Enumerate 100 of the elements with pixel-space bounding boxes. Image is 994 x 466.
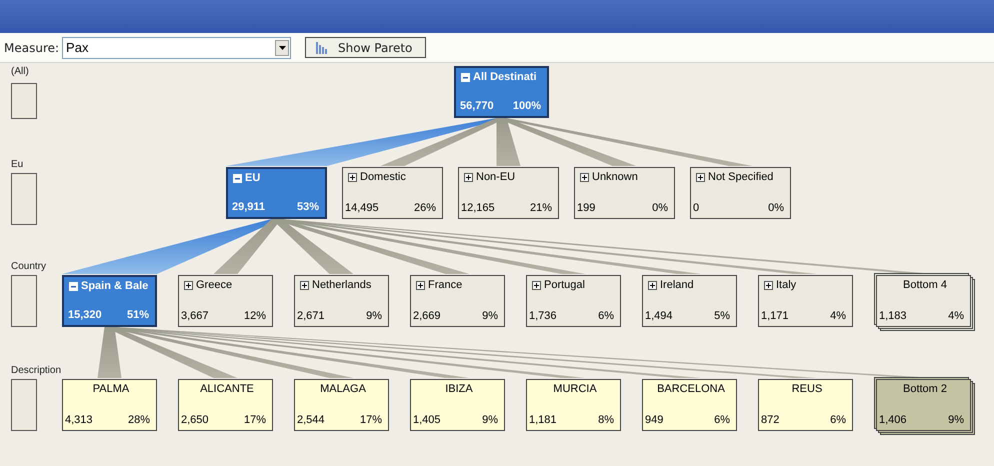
node-value: 2,669: [413, 310, 441, 322]
node-percent: 0%: [768, 202, 784, 214]
level-slot: [11, 379, 37, 431]
level-slot: [11, 83, 37, 119]
node-percent: 100%: [512, 100, 541, 112]
node-value: 15,320: [68, 309, 102, 321]
node-percent: 21%: [530, 202, 552, 214]
node-name: ALICANTE: [200, 383, 254, 395]
tree-node[interactable]: All Destinati 56,770 100%: [454, 66, 549, 118]
node-percent: 4%: [948, 310, 964, 322]
collapse-icon[interactable]: [461, 72, 470, 82]
node-name: Domestic: [360, 171, 406, 183]
node-percent: 9%: [948, 414, 964, 426]
node-value: 12,165: [461, 202, 495, 214]
node-value: 949: [645, 414, 664, 426]
node-name: Non-EU: [476, 171, 516, 183]
expand-icon[interactable]: [648, 280, 657, 290]
tree-node[interactable]: Italy 1,171 4%: [758, 275, 853, 327]
node-name: IBIZA: [445, 383, 473, 395]
node-name: MALAGA: [320, 383, 366, 395]
node-name: Portugal: [544, 279, 585, 291]
node-value: 3,667: [181, 310, 209, 322]
collapse-icon[interactable]: [69, 282, 78, 290]
tree-node[interactable]: Unknown 199 0%: [574, 167, 675, 219]
tree-node[interactable]: Portugal 1,736 6%: [526, 275, 621, 327]
tree-node[interactable]: Non-EU 12,165 21%: [458, 167, 559, 219]
node-value: 1,183: [879, 310, 907, 322]
expand-icon[interactable]: [532, 280, 541, 290]
level-label: (All): [11, 66, 29, 79]
node-name: Ireland: [660, 279, 694, 291]
expand-icon[interactable]: [416, 280, 425, 290]
node-value: 1,181: [529, 414, 557, 426]
node-percent: 4%: [830, 310, 846, 322]
node-percent: 6%: [598, 310, 614, 322]
node-name: Italy: [776, 279, 796, 291]
node-percent: 28%: [128, 414, 150, 426]
node-percent: 6%: [830, 414, 846, 426]
tree-node[interactable]: France 2,669 9%: [410, 275, 505, 327]
expand-icon[interactable]: [464, 172, 473, 182]
node-value: 2,671: [297, 310, 325, 322]
measure-dropdown[interactable]: Pax: [62, 36, 292, 58]
tree-node[interactable]: Greece 3,667 12%: [178, 275, 273, 327]
tree-node[interactable]: MALAGA 2,544 17%: [294, 379, 389, 431]
node-value: 29,911: [232, 201, 266, 213]
tree-node[interactable]: IBIZA 1,405 9%: [410, 379, 505, 431]
node-value: 1,406: [879, 414, 907, 426]
node-name: All Destinati: [473, 71, 537, 83]
tree-node[interactable]: Netherlands 2,671 9%: [294, 275, 389, 327]
node-value: 199: [577, 202, 596, 214]
level-slot: [11, 275, 37, 327]
node-percent: 9%: [482, 414, 498, 426]
node-value: 2,544: [297, 414, 325, 426]
expand-icon[interactable]: [184, 280, 193, 290]
node-value: 14,495: [345, 202, 379, 214]
node-name: Greece: [196, 279, 232, 291]
level-label: Eu: [11, 159, 24, 172]
node-value: 56,770: [460, 100, 494, 112]
expand-icon[interactable]: [696, 172, 705, 182]
node-name: REUS: [792, 383, 822, 395]
expand-icon[interactable]: [764, 280, 773, 290]
bar-chart-icon: [316, 42, 328, 54]
node-name: MURCIA: [553, 383, 597, 395]
tree-node[interactable]: BARCELONA 949 6%: [642, 379, 737, 431]
node-percent: 26%: [414, 202, 436, 214]
tree-node[interactable]: Domestic 14,495 26%: [342, 167, 443, 219]
node-percent: 12%: [244, 310, 266, 322]
tree-node[interactable]: PALMA 4,313 28%: [62, 379, 157, 431]
node-value: 1,736: [529, 310, 557, 322]
node-name: Unknown: [592, 171, 638, 183]
tree-node[interactable]: EU 29,911 53%: [226, 167, 327, 219]
tree-node[interactable]: Ireland 1,494 5%: [642, 275, 737, 327]
expand-icon[interactable]: [580, 172, 589, 182]
node-name: Bottom 4: [902, 279, 948, 291]
node-name: Bottom 2: [902, 383, 948, 395]
tree-node[interactable]: REUS 872 6%: [758, 379, 853, 431]
expand-icon[interactable]: [300, 280, 309, 290]
node-percent: 6%: [714, 414, 730, 426]
node-percent: 9%: [366, 310, 382, 322]
show-pareto-button[interactable]: Show Pareto: [305, 37, 426, 58]
node-value: 872: [761, 414, 780, 426]
node-value: 2,650: [181, 414, 209, 426]
node-name: Spain & Bale: [81, 280, 148, 292]
node-value: 0: [693, 202, 700, 214]
expand-icon[interactable]: [348, 172, 357, 182]
node-percent: 0%: [652, 202, 668, 214]
level-label: Country: [11, 261, 46, 274]
node-percent: 53%: [296, 201, 319, 213]
node-name: EU: [245, 172, 260, 184]
tree-node[interactable]: ALICANTE 2,650 17%: [178, 379, 273, 431]
tree-node[interactable]: Not Specified 0 0%: [690, 167, 791, 219]
collapse-icon[interactable]: [233, 174, 242, 182]
node-percent: 17%: [360, 414, 382, 426]
level-slot: [11, 173, 37, 225]
tree-node[interactable]: MURCIA 1,181 8%: [526, 379, 621, 431]
level-label: Description: [11, 365, 62, 378]
tree-node[interactable]: Spain & Bale 15,320 51%: [62, 275, 157, 327]
node-percent: 9%: [482, 310, 498, 322]
node-value: 1,171: [761, 310, 789, 322]
node-name: Not Specified: [708, 171, 774, 183]
node-percent: 51%: [126, 309, 149, 321]
